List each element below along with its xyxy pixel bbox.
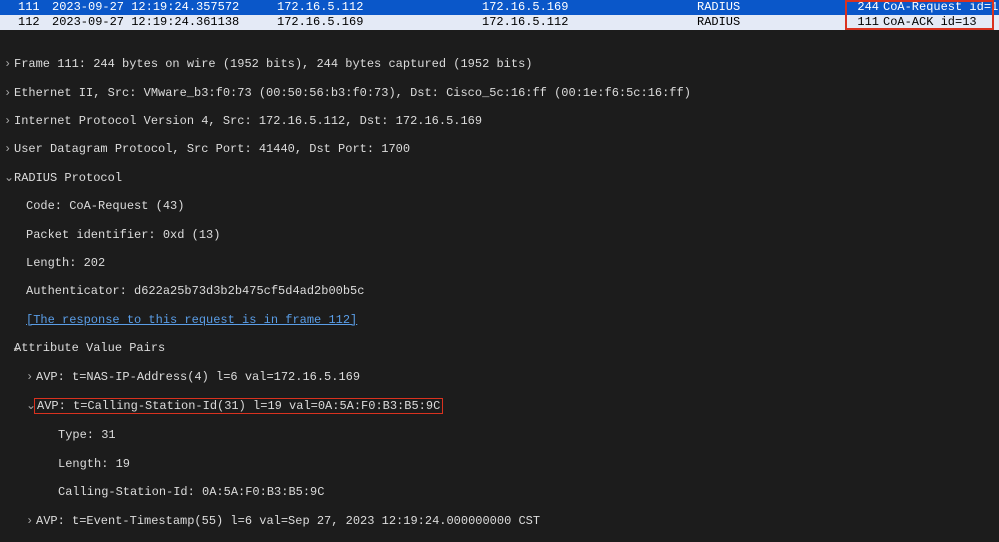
col-protocol: RADIUS [697, 15, 847, 30]
packet-row[interactable]: 112 2023-09-27 12:19:24.361138 172.16.5.… [0, 15, 999, 30]
col-dest: 172.16.5.112 [482, 15, 697, 30]
ethernet-summary: Ethernet II, Src: VMware_b3:f0:73 (00:50… [14, 86, 691, 100]
caret-right-icon: › [4, 142, 14, 156]
col-time: 2023-09-27 12:19:24.361138 [52, 15, 277, 30]
col-source: 172.16.5.112 [277, 0, 482, 15]
avp-calling-station-id: AVP: t=Calling-Station-Id(31) l=19 val=0… [34, 398, 443, 414]
tree-row[interactable]: ›Ethernet II, Src: VMware_b3:f0:73 (00:5… [4, 86, 999, 100]
col-info: CoA-ACK id=13 [879, 15, 999, 30]
packet-row[interactable]: 111 2023-09-27 12:19:24.357572 172.16.5.… [0, 0, 999, 15]
tree-row[interactable]: ›Frame 111: 244 bytes on wire (1952 bits… [4, 57, 999, 71]
packet-details: ›Frame 111: 244 bytes on wire (1952 bits… [0, 43, 999, 542]
tree-row[interactable]: ›User Datagram Protocol, Src Port: 41440… [4, 142, 999, 156]
col-info: CoA-Request id=13 [879, 0, 999, 15]
udp-summary: User Datagram Protocol, Src Port: 41440,… [14, 142, 410, 156]
csid-value[interactable]: Calling-Station-Id: 0A:5A:F0:B3:B5:9C [4, 485, 999, 499]
caret-right-icon: › [4, 57, 14, 71]
tree-row[interactable]: ›Internet Protocol Version 4, Src: 172.1… [4, 114, 999, 128]
caret-right-icon: › [4, 370, 36, 384]
radius-length[interactable]: Length: 202 [4, 256, 999, 270]
radius-pktid[interactable]: Packet identifier: 0xd (13) [4, 228, 999, 242]
col-no: 112 [0, 15, 52, 30]
col-length: 111 [847, 15, 879, 30]
col-source: 172.16.5.169 [277, 15, 482, 30]
packet-list: 111 2023-09-27 12:19:24.357572 172.16.5.… [0, 0, 999, 30]
tree-row[interactable]: ⌄RADIUS Protocol [4, 171, 999, 185]
csid-type[interactable]: Type: 31 [4, 428, 999, 442]
radius-code[interactable]: Code: CoA-Request (43) [4, 199, 999, 213]
avp-event-timestamp: AVP: t=Event-Timestamp(55) l=6 val=Sep 2… [36, 514, 540, 528]
tree-row[interactable]: ›AVP: t=Event-Timestamp(55) l=6 val=Sep … [4, 514, 999, 528]
ip-summary: Internet Protocol Version 4, Src: 172.16… [14, 114, 482, 128]
caret-down-icon: ⌄ [4, 341, 14, 355]
csid-length[interactable]: Length: 19 [4, 457, 999, 471]
caret-right-icon: › [4, 514, 36, 528]
caret-right-icon: › [4, 114, 14, 128]
avp-header: Attribute Value Pairs [14, 341, 165, 355]
col-dest: 172.16.5.169 [482, 0, 697, 15]
radius-summary: RADIUS Protocol [14, 171, 122, 185]
tree-row[interactable]: ⌄Attribute Value Pairs [4, 341, 999, 355]
response-link[interactable]: [The response to this request is in fram… [26, 313, 357, 327]
tree-row[interactable]: ›AVP: t=NAS-IP-Address(4) l=6 val=172.16… [4, 370, 999, 384]
col-protocol: RADIUS [697, 0, 847, 15]
col-time: 2023-09-27 12:19:24.357572 [52, 0, 277, 15]
caret-right-icon: › [4, 86, 14, 100]
col-length: 244 [847, 0, 879, 15]
radius-auth[interactable]: Authenticator: d622a25b73d3b2b475cf5d4ad… [4, 284, 999, 298]
col-no: 111 [0, 0, 52, 15]
frame-summary: Frame 111: 244 bytes on wire (1952 bits)… [14, 57, 532, 71]
avp-nas-ip: AVP: t=NAS-IP-Address(4) l=6 val=172.16.… [36, 370, 360, 384]
caret-down-icon: ⌄ [4, 399, 36, 413]
caret-down-icon: ⌄ [4, 171, 14, 185]
tree-row[interactable]: ⌄AVP: t=Calling-Station-Id(31) l=19 val=… [4, 398, 999, 414]
